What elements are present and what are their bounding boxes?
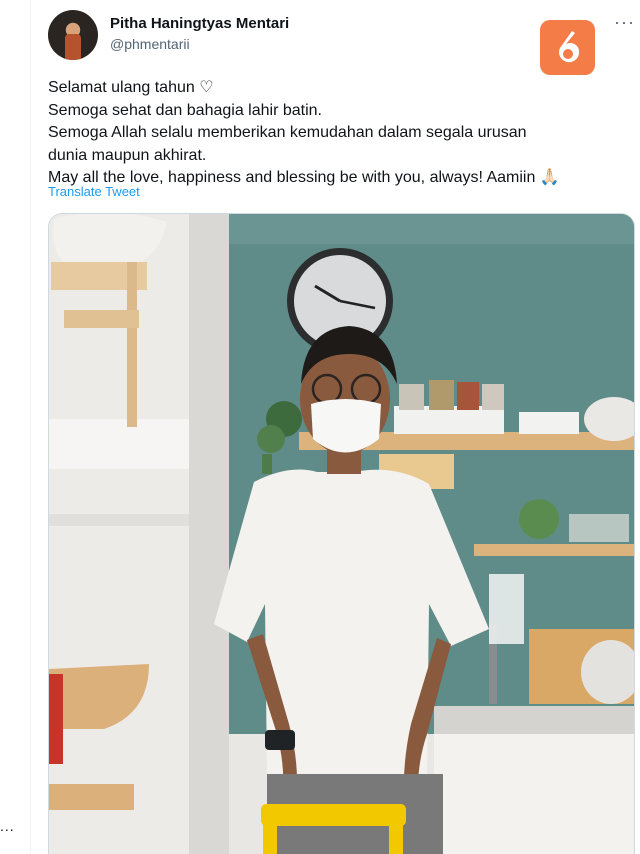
translate-tweet-link[interactable]: Translate Tweet	[48, 184, 140, 199]
left-column-divider	[30, 0, 31, 853]
tweet-line: dunia maupun akhirat.	[48, 146, 207, 164]
tweet-line: Semoga Allah selalu memberikan kemudahan…	[48, 124, 527, 141]
author-name[interactable]: Pitha Haningtyas Mentari	[110, 15, 289, 32]
liputan6-logo	[540, 20, 595, 75]
six-logo-icon	[558, 30, 579, 62]
more-options-icon[interactable]: ···	[614, 12, 635, 33]
avatar[interactable]	[48, 10, 98, 60]
photo-illustration	[49, 214, 634, 854]
left-more-icon[interactable]: ...	[0, 818, 15, 834]
tweet-photo[interactable]	[48, 213, 635, 854]
author-handle[interactable]: @phmentarii	[110, 36, 190, 52]
tweet-line: Semoga sehat dan bahagia lahir batin.	[48, 101, 322, 119]
tweet-line: Selamat ulang tahun ♡	[48, 79, 214, 96]
tweet-text: Selamat ulang tahun ♡ Semoga sehat dan b…	[48, 77, 633, 190]
